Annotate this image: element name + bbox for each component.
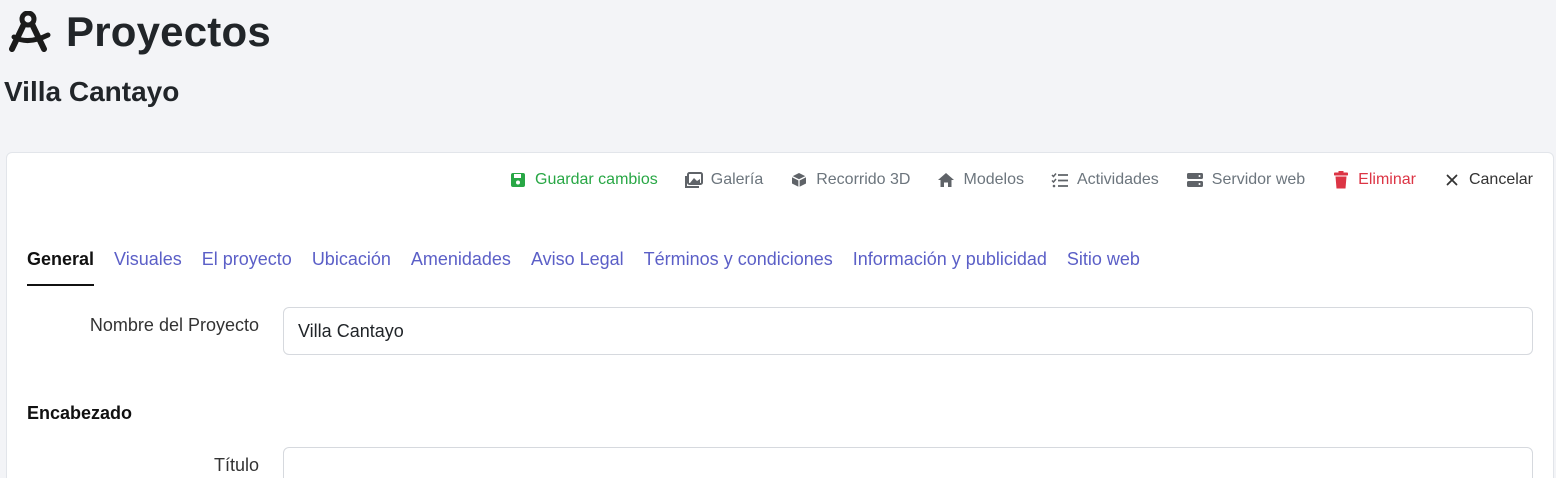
titulo-label: Título (213, 455, 259, 475)
floppy-disk-icon (509, 171, 527, 189)
project-subtitle: Villa Cantayo (4, 76, 180, 107)
toolbar: Guardar cambios Galería Recorrido 3D Mod… (509, 171, 1533, 189)
compass-drafting-icon (4, 10, 58, 54)
page-title: Proyectos (66, 8, 271, 55)
tab-informacion[interactable]: Información y publicidad (853, 249, 1047, 284)
cancel-button[interactable]: Cancelar (1443, 171, 1533, 189)
tab-bar: General Visuales El proyecto Ubicación A… (27, 249, 1160, 286)
cancel-label: Cancelar (1468, 171, 1533, 188)
tab-ubicacion[interactable]: Ubicación (312, 249, 391, 284)
nombre-input[interactable] (283, 307, 1533, 355)
tab-sitio-web[interactable]: Sitio web (1067, 249, 1140, 284)
cube-icon (790, 171, 808, 189)
web-server-button[interactable]: Servidor web (1186, 171, 1305, 189)
tab-aviso-legal[interactable]: Aviso Legal (531, 249, 624, 284)
close-icon (1443, 171, 1461, 189)
list-check-icon (1051, 171, 1069, 189)
tab-visuales[interactable]: Visuales (114, 249, 182, 284)
save-label: Guardar cambios (535, 171, 658, 188)
save-button[interactable]: Guardar cambios (509, 171, 658, 189)
tab-general[interactable]: General (27, 249, 95, 286)
tour-3d-button[interactable]: Recorrido 3D (790, 171, 910, 189)
models-button[interactable]: Modelos (937, 171, 1024, 189)
tab-terminos[interactable]: Términos y condiciones (644, 249, 833, 284)
title-row: Proyectos (4, 6, 271, 58)
gallery-button[interactable]: Galería (684, 171, 764, 189)
nombre-label: Nombre del Proyecto (89, 315, 259, 335)
tour-3d-label: Recorrido 3D (816, 171, 911, 188)
home-icon (937, 171, 955, 189)
web-server-label: Servidor web (1211, 171, 1306, 188)
images-icon (684, 171, 703, 189)
encabezado-heading: Encabezado (27, 403, 133, 423)
page-header: Proyectos Villa Cantayo (4, 6, 271, 108)
titulo-input[interactable] (283, 447, 1533, 478)
activities-label: Actividades (1076, 171, 1159, 188)
models-label: Modelos (963, 171, 1024, 188)
delete-label: Eliminar (1358, 171, 1416, 188)
server-icon (1186, 171, 1204, 189)
project-card: Guardar cambios Galería Recorrido 3D Mod… (6, 152, 1554, 478)
gallery-label: Galería (710, 171, 764, 188)
delete-button[interactable]: Eliminar (1332, 171, 1416, 189)
activities-button[interactable]: Actividades (1051, 171, 1159, 189)
tab-amenidades[interactable]: Amenidades (411, 249, 511, 284)
tab-el-proyecto[interactable]: El proyecto (202, 249, 292, 284)
trash-icon (1332, 171, 1350, 189)
